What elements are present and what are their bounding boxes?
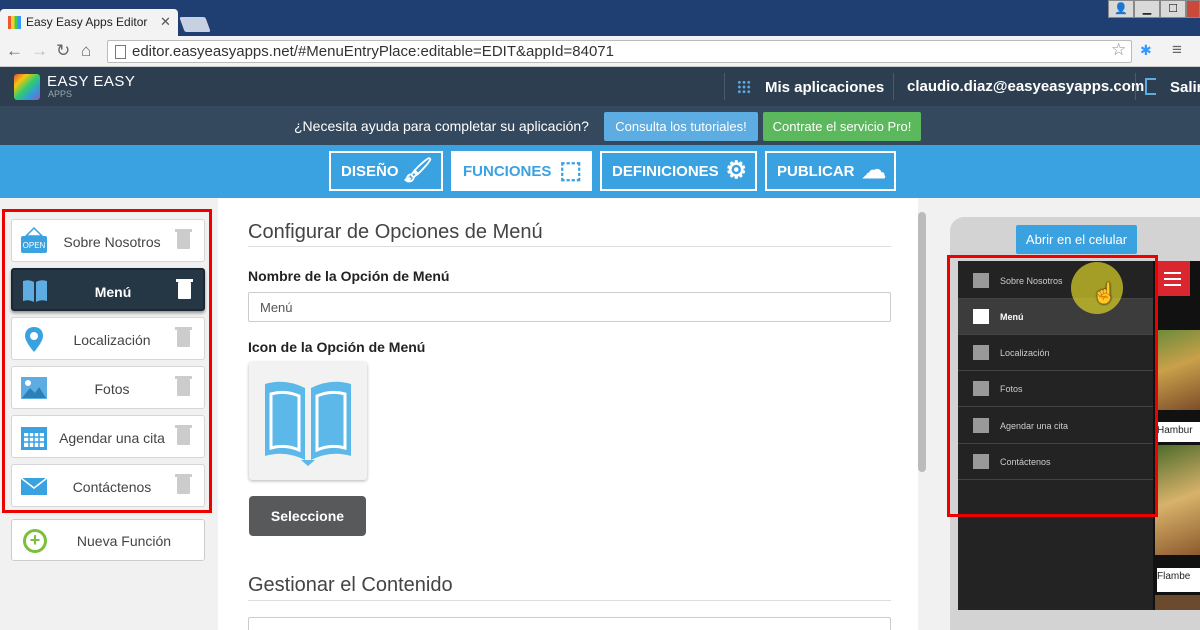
preview-label: Hambur [1157,422,1200,442]
user-profile-icon[interactable]: 👤 [1108,0,1134,18]
close-tab-icon[interactable]: ✕ [160,14,171,30]
food-photo [1155,445,1200,555]
select-icon-button[interactable]: Seleccione [249,496,366,536]
help-bar [0,106,1200,145]
browser-menu-icon[interactable]: ≡ [1172,40,1182,60]
tab-funciones[interactable]: FUNCIONES ⬚ [451,151,592,191]
food-photo [1155,595,1200,610]
sidebar-highlight-frame [2,209,212,513]
open-in-phone-button[interactable]: Abrir en el celular [1016,225,1137,254]
my-apps-link[interactable]: Mis aplicaciones [765,79,884,96]
content-title: Gestionar el Contenido [248,574,453,596]
phone-highlight-frame [947,255,1158,517]
food-photo [1155,330,1200,410]
tab-label: PUBLICAR [777,163,855,180]
header-divider [724,73,725,100]
name-label: Nombre de la Opción de Menú [248,268,450,284]
favicon-icon [8,16,21,29]
easyeasy-logo-icon[interactable] [14,74,40,100]
logout-icon[interactable] [1145,78,1156,95]
new-function-label: Nueva Función [76,533,172,549]
tab-label: DEFINICIONES [612,163,719,180]
tutorials-button[interactable]: Consulta los tutoriales! [604,112,758,141]
user-email[interactable]: claudio.diaz@easyeasyapps.com [907,78,1144,95]
new-function-button[interactable]: + Nueva Función [11,519,205,561]
cloud-upload-icon: ☁ [862,157,886,184]
star-bookmark-icon[interactable]: ☆ [1111,40,1126,60]
header-divider [893,73,894,100]
maximize-window-icon[interactable]: ☐ [1160,0,1186,18]
brush-icon: 🖌 [402,157,433,184]
reload-icon[interactable]: ↻ [56,41,70,61]
logo-text: EASY EASY [47,73,136,90]
forward-arrow-icon[interactable]: → [31,41,48,61]
content-divider [248,600,891,601]
content-field[interactable] [248,617,891,630]
tab-label: FUNCIONES [463,163,552,180]
hand-cursor-icon: ☝ [1092,283,1117,305]
tab-label: DISEÑO [341,163,399,180]
new-tab-button[interactable] [179,17,211,32]
page-info-icon [115,45,126,59]
tab-publicar[interactable]: PUBLICAR ☁ [765,151,896,191]
url-bar[interactable]: editor.easyeasyapps.net/#MenuEntryPlace:… [107,40,1132,63]
icon-preview[interactable] [249,362,367,480]
home-icon[interactable]: ⌂ [81,41,91,61]
header-divider [1135,73,1136,100]
tags-icon: ⬚ [559,157,582,184]
menu-name-input[interactable]: Menú [248,292,891,322]
hamburger-menu-icon[interactable] [1155,261,1190,296]
browser-tab[interactable]: Easy Easy Apps Editor ✕ [0,9,178,36]
help-question: ¿Necesita ayuda para completar su aplica… [294,118,589,134]
main-scrollbar[interactable] [918,206,927,630]
tab-diseno[interactable]: DISEÑO 🖌 [329,151,443,191]
section-divider [248,246,891,247]
pro-service-button[interactable]: Contrate el servicio Pro! [763,112,921,141]
url-text: editor.easyeasyapps.net/#MenuEntryPlace:… [132,43,614,60]
apps-grid-icon[interactable] [737,80,751,94]
minimize-window-icon[interactable]: ▁ [1134,0,1160,18]
section-title: Configurar de Opciones de Menú [248,221,543,243]
close-window-icon[interactable] [1186,0,1200,18]
logo-subtext: APPS [48,89,73,99]
book-icon [265,381,351,466]
scrollbar-thumb[interactable] [918,212,926,472]
icon-label: Icon de la Opción de Menú [248,339,426,355]
gear-icon: ⚙ [725,157,747,184]
browser-tab-title: Easy Easy Apps Editor [26,15,148,29]
extension-icon[interactable]: ✱ [1140,42,1152,59]
plus-circle-icon: + [23,529,47,553]
back-arrow-icon[interactable]: ← [6,41,23,61]
preview-label: Flambe [1157,568,1200,592]
logout-link[interactable]: Salir [1170,79,1200,96]
tab-definiciones[interactable]: DEFINICIONES ⚙ [600,151,757,191]
